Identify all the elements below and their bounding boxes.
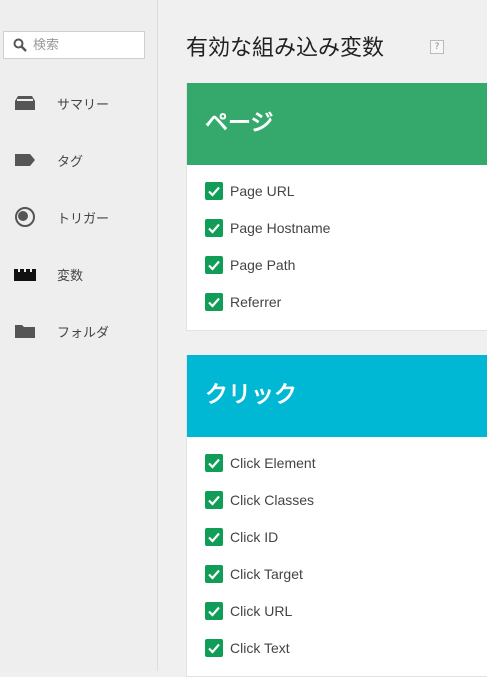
check-icon xyxy=(208,186,220,197)
sidebar: サマリー タグ トリガー 変数 フォルダ xyxy=(0,0,158,671)
check-icon xyxy=(208,532,220,543)
sidebar-item-label: タグ xyxy=(57,155,84,170)
check-icon xyxy=(208,260,220,271)
variable-label: Page Hostname xyxy=(230,220,331,236)
variable-row[interactable]: Page URL xyxy=(187,182,487,219)
sidebar-item-label: サマリー xyxy=(57,98,110,113)
section-card-click: クリック Click Element Click Classes Click I… xyxy=(186,355,487,677)
sidebar-item-summary[interactable]: サマリー xyxy=(0,86,156,120)
checkbox-checked[interactable] xyxy=(205,256,223,274)
summary-icon xyxy=(15,96,35,110)
checkbox-checked[interactable] xyxy=(205,491,223,509)
variable-row[interactable]: Click Classes xyxy=(187,491,487,528)
section-header: ページ xyxy=(187,83,487,165)
variable-row[interactable]: Click URL xyxy=(187,602,487,639)
sidebar-item-triggers[interactable]: トリガー xyxy=(0,200,156,234)
variable-row[interactable]: Click Element xyxy=(187,454,487,491)
check-icon xyxy=(208,495,220,506)
variable-label: Click ID xyxy=(230,529,279,545)
folder-icon xyxy=(15,325,35,338)
help-icon[interactable]: ? xyxy=(430,40,444,54)
variable-row[interactable]: Click Text xyxy=(187,639,487,676)
section-card-page: ページ Page URL Page Hostname Page Path Ref… xyxy=(186,83,487,331)
variable-label: Click Text xyxy=(230,640,290,656)
checkbox-checked[interactable] xyxy=(205,565,223,583)
checkbox-checked[interactable] xyxy=(205,293,223,311)
checkbox-checked[interactable] xyxy=(205,182,223,200)
search-box[interactable] xyxy=(3,31,145,59)
sidebar-item-label: 変数 xyxy=(57,269,84,284)
trigger-icon xyxy=(15,207,35,227)
variable-row[interactable]: Page Path xyxy=(187,256,487,293)
variable-row[interactable]: Page Hostname xyxy=(187,219,487,256)
search-input[interactable] xyxy=(33,37,133,53)
checkbox-checked[interactable] xyxy=(205,639,223,657)
check-icon xyxy=(208,297,220,308)
variable-label: Referrer xyxy=(230,294,282,310)
variable-label: Click URL xyxy=(230,603,293,619)
check-icon xyxy=(208,606,220,617)
variable-label: Click Target xyxy=(230,566,303,582)
sidebar-item-label: フォルダ xyxy=(57,326,110,341)
sidebar-item-label: トリガー xyxy=(57,212,110,227)
check-icon xyxy=(208,643,220,654)
checkbox-checked[interactable] xyxy=(205,528,223,546)
check-icon xyxy=(208,569,220,580)
sidebar-item-folders[interactable]: フォルダ xyxy=(0,314,156,348)
sidebar-item-tags[interactable]: タグ xyxy=(0,143,156,177)
check-icon xyxy=(208,458,220,469)
tag-icon xyxy=(15,154,35,166)
check-icon xyxy=(208,223,220,234)
main-content: 有効な組み込み変数 ? ページ Page URL Page Hostname P… xyxy=(158,0,487,677)
variable-label: Page Path xyxy=(230,257,296,273)
sidebar-item-variables[interactable]: 変数 xyxy=(0,257,156,291)
variable-label: Page URL xyxy=(230,183,295,199)
search-icon xyxy=(13,38,27,52)
variable-row[interactable]: Click Target xyxy=(187,565,487,602)
section-header: クリック xyxy=(187,355,487,437)
checkbox-checked[interactable] xyxy=(205,454,223,472)
variable-row[interactable]: Referrer xyxy=(187,293,487,330)
checkbox-checked[interactable] xyxy=(205,602,223,620)
variable-label: Click Classes xyxy=(230,492,315,508)
variables-icon xyxy=(14,269,36,281)
checkbox-checked[interactable] xyxy=(205,219,223,237)
variable-label: Click Element xyxy=(230,455,316,471)
variable-row[interactable]: Click ID xyxy=(187,528,487,565)
page-title: 有効な組み込み変数 xyxy=(186,36,385,61)
